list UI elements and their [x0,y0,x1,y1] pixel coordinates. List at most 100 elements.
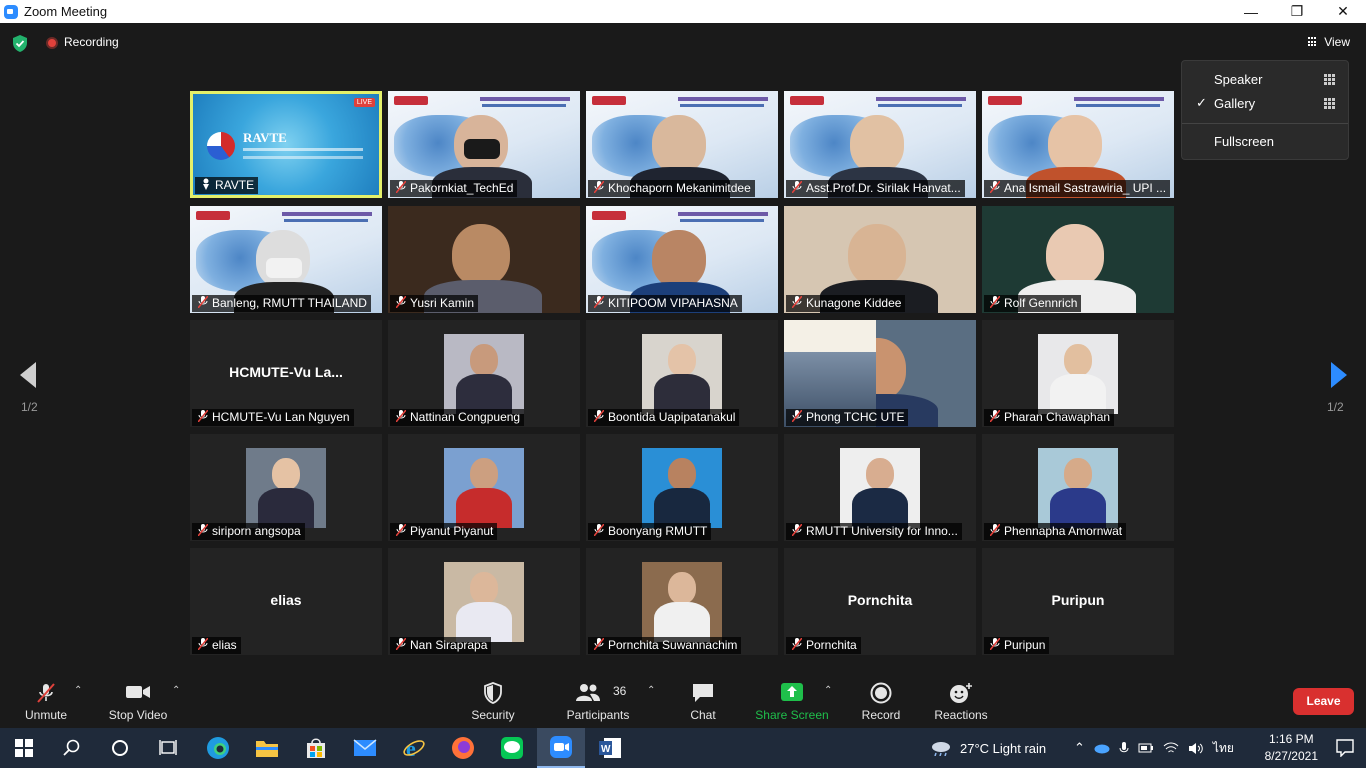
folder-icon [256,741,278,757]
taskbar-word-app[interactable]: W [586,728,634,768]
taskbar-edge-app[interactable] [194,728,242,768]
participant-tile[interactable]: Pakornkiat_TechEd [388,91,580,198]
participant-tile[interactable]: HCMUTE-Vu La... HCMUTE-Vu Lan Nguyen [190,320,382,427]
muted-microphone-icon [594,524,604,536]
view-menu-gallery[interactable]: ✓ Gallery [1182,92,1348,116]
taskbar-internet-explorer-app[interactable]: e [390,728,438,768]
previous-page-arrow-icon[interactable] [18,360,38,390]
slide-header-line [680,219,764,222]
search-icon [63,739,80,756]
slide-header-line [680,104,764,107]
participants-button[interactable]: 36 Participants [562,675,634,728]
participant-tile[interactable]: RAVTE LIVE RAVTE [190,91,382,198]
participant-tile[interactable]: Puripun Puripun [982,548,1174,655]
taskbar-firefox-app[interactable] [439,728,487,768]
view-menu-fullscreen[interactable]: Fullscreen [1182,130,1348,154]
profile-photo-body [456,488,512,528]
participants-options-caret-icon[interactable]: ⌃ [647,685,655,696]
firefox-icon [452,737,474,759]
reactions-button[interactable]: Reactions [930,675,992,728]
unmute-button[interactable]: Unmute [16,675,76,728]
microphone-tray-icon[interactable] [1119,741,1129,756]
participant-display-name: elias [270,592,302,608]
record-button[interactable]: Record [856,675,906,728]
participant-name-label: Banleng, RMUTT THAILAND [192,295,371,312]
show-hidden-icons-icon[interactable]: ⌃ [1074,740,1085,756]
participant-name: Kunagone Kiddee [806,296,902,310]
participant-name-label: RMUTT University for Inno... [786,523,962,540]
participant-tile[interactable]: Asst.Prof.Dr. Sirilak Hanvat... [784,91,976,198]
participant-tile[interactable]: Pornchita Suwannachim [586,548,778,655]
participant-tile[interactable]: Banleng, RMUTT THAILAND [190,206,382,313]
participant-name-label: Ana Ismail Sastrawiria_ UPI ... [984,180,1171,197]
restore-button[interactable]: ❐ [1274,0,1320,23]
next-page-arrow-icon[interactable] [1329,360,1349,390]
participant-tile[interactable]: KITIPOOM VIPAHASNA [586,206,778,313]
slide-header-line [876,97,966,101]
security-button[interactable]: Security [466,675,520,728]
taskbar-zoom-app[interactable] [537,728,585,768]
audio-options-caret-icon[interactable]: ⌃ [74,685,82,696]
taskbar-line-app[interactable] [488,728,536,768]
windows-logo-icon [15,739,33,757]
participant-tile[interactable]: Ana Ismail Sastrawiria_ UPI ... [982,91,1174,198]
share-screen-button[interactable]: Share Screen [754,675,830,728]
video-options-caret-icon[interactable]: ⌃ [172,685,180,696]
slide-header-line [282,212,372,216]
recording-label[interactable]: Recording [64,35,119,49]
task-view-button[interactable] [144,728,192,768]
participant-tile[interactable]: Phennapha Amornwat [982,434,1174,541]
input-language[interactable]: ไทย [1213,739,1234,758]
participant-tile[interactable]: Boonyang RMUTT [586,434,778,541]
notifications-icon[interactable] [1336,739,1354,757]
participant-tile[interactable]: Nattinan Congpueng [388,320,580,427]
participant-tile[interactable]: Rolf Gennrich [982,206,1174,313]
leave-meeting-button[interactable]: Leave [1293,688,1354,715]
battery-icon[interactable] [1138,742,1154,754]
rain-cloud-icon [932,742,950,756]
encryption-shield-icon[interactable] [12,35,28,52]
taskbar-mail-app[interactable] [341,728,389,768]
windows-start-button[interactable] [0,728,48,768]
taskbar-clock[interactable]: 1:16 PM 8/27/2021 [1265,731,1318,765]
view-menu-speaker[interactable]: Speaker [1182,68,1348,92]
cortana-button[interactable] [96,728,144,768]
participant-name: siriporn angsopa [212,524,301,538]
participant-tile[interactable]: Boontida Uapipatanakul [586,320,778,427]
view-button[interactable]: View [1308,35,1350,49]
speaker-volume-icon[interactable] [1188,742,1204,755]
participant-tile[interactable]: siriporn angsopa [190,434,382,541]
participant-name-label: siriporn angsopa [192,523,305,540]
zoom-app-icon [550,736,572,758]
participant-tile[interactable]: Nan Siraprapa [388,548,580,655]
weather-widget[interactable]: 27°C Light rain [930,728,1046,768]
page-indicator-right: 1/2 [1327,400,1344,414]
taskbar-store-app[interactable] [292,728,340,768]
stop-video-button[interactable]: Stop Video [104,675,172,728]
muted-microphone-icon [990,181,1000,193]
taskbar-search-button[interactable] [48,728,96,768]
participant-tile[interactable]: Khochaporn Mekanimitdee [586,91,778,198]
participant-tile[interactable]: Pharan Chawaphan [982,320,1174,427]
participant-name-label: Asst.Prof.Dr. Sirilak Hanvat... [786,180,965,197]
participant-tile[interactable]: Yusri Kamin [388,206,580,313]
slide-title: RAVTE [243,130,287,145]
muted-microphone-icon [396,410,406,422]
close-button[interactable]: ✕ [1320,0,1366,23]
slide-header-line [1076,104,1160,107]
onedrive-cloud-icon[interactable] [1094,743,1110,754]
share-options-caret-icon[interactable]: ⌃ [824,685,832,696]
minimize-button[interactable]: — [1228,0,1274,23]
clock-date: 8/27/2021 [1264,749,1318,763]
participant-tile[interactable]: Piyanut Piyanut [388,434,580,541]
share-screen-arrow-icon [781,683,803,701]
participant-tile[interactable]: Pornchita Pornchita [784,548,976,655]
participant-tile[interactable]: RMUTT University for Inno... [784,434,976,541]
wifi-icon[interactable] [1163,742,1179,755]
participant-tile[interactable]: elias elias [190,548,382,655]
participant-tile[interactable]: Kunagone Kiddee [784,206,976,313]
taskbar-file-explorer-app[interactable] [243,728,291,768]
chat-button[interactable]: Chat [680,675,726,728]
participant-name: Pornchita [806,638,857,652]
participant-tile[interactable]: Phong TCHC UTE [784,320,976,427]
